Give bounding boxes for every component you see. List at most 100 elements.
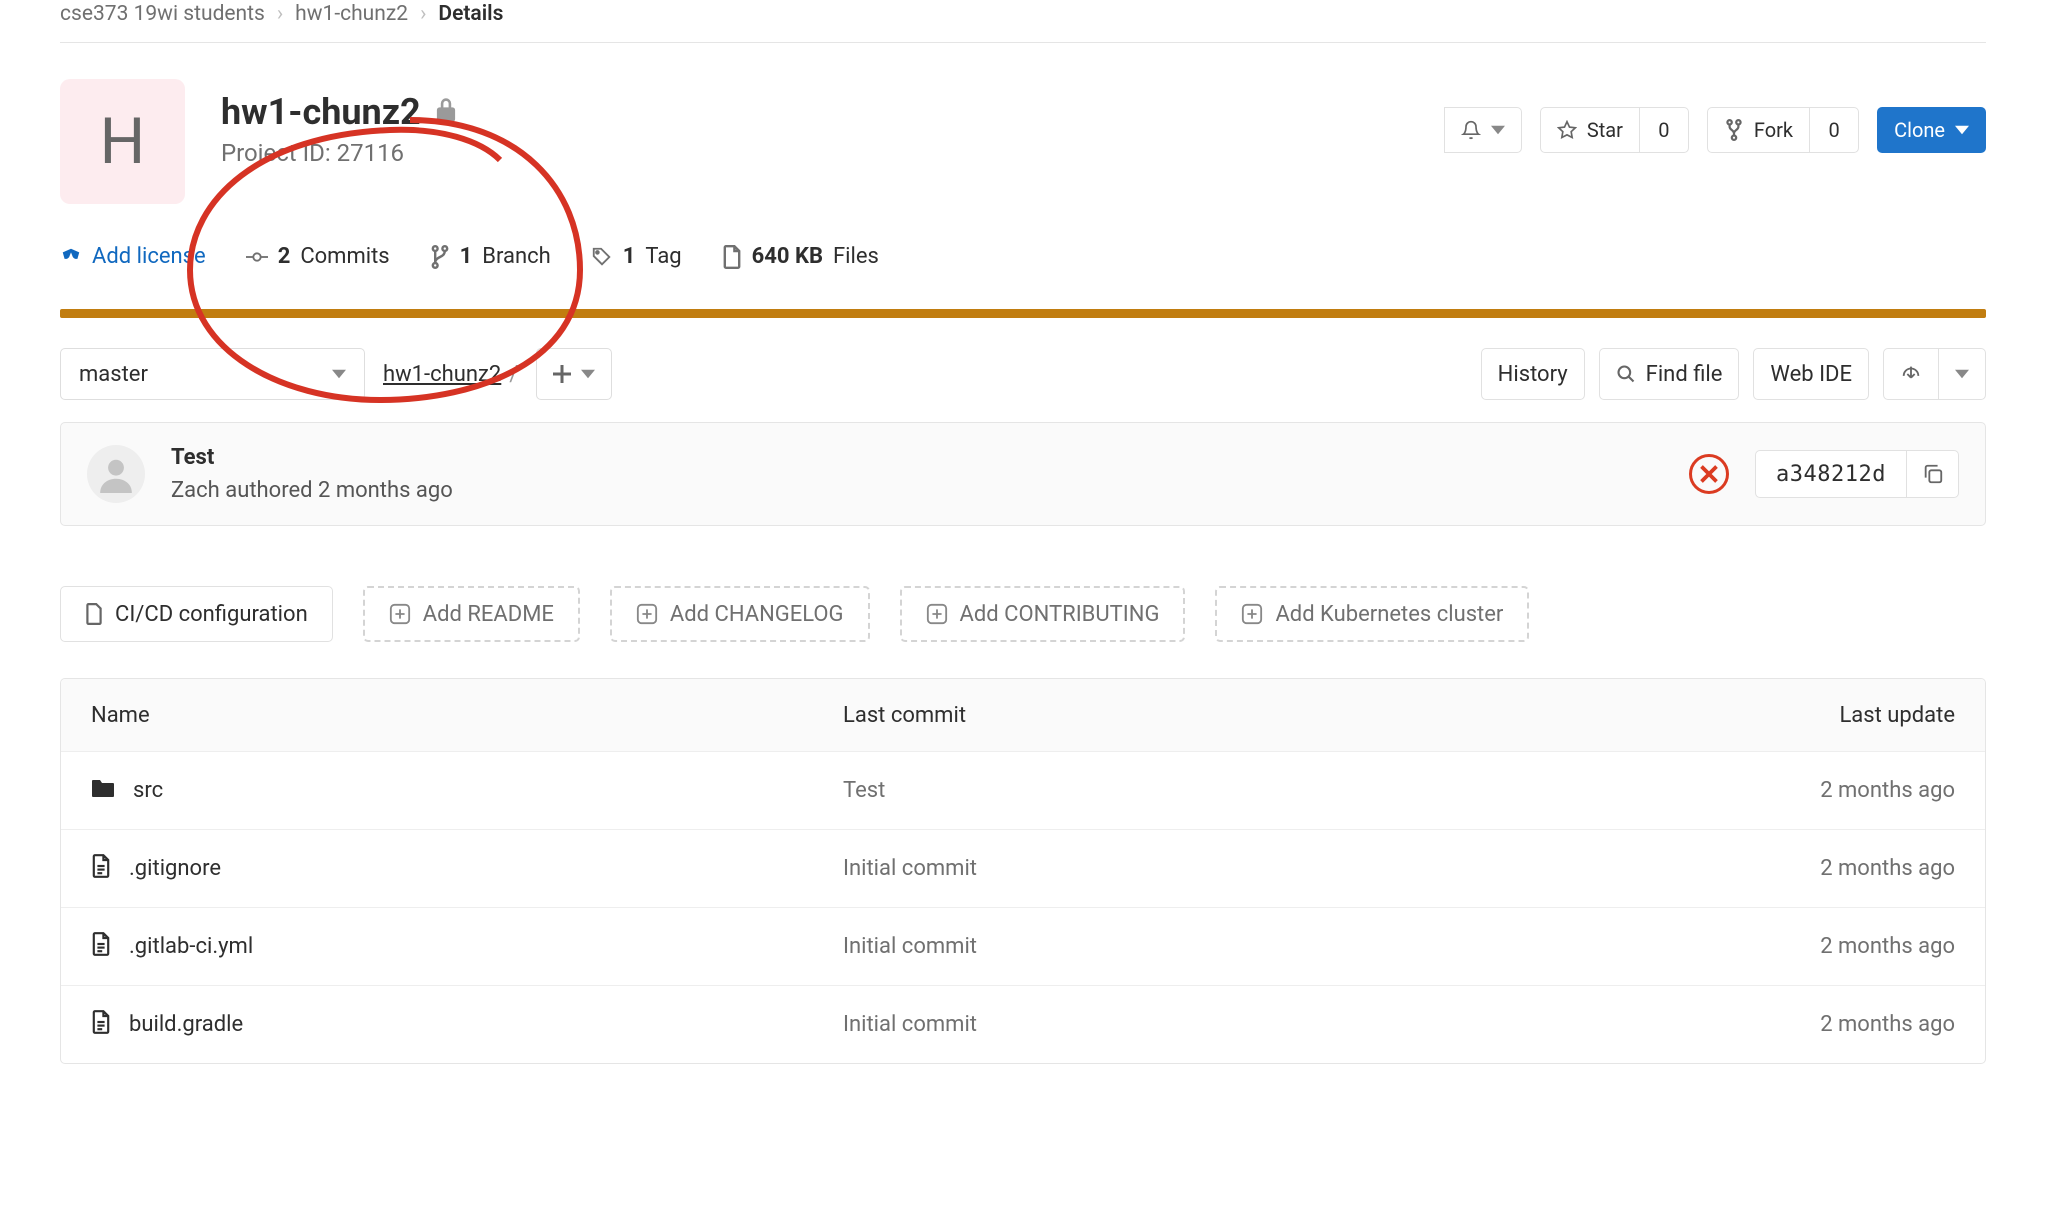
commits-link[interactable]: 2 Commits (246, 244, 390, 269)
add-readme-label: Add README (423, 602, 554, 627)
branch-name: master (79, 362, 148, 387)
copy-icon (1922, 463, 1944, 485)
files-icon (722, 245, 742, 269)
person-icon (97, 455, 135, 493)
branches-link[interactable]: 1 Branch (430, 244, 551, 269)
plus-circle-icon (1241, 603, 1263, 625)
branch-select[interactable]: master (60, 348, 365, 400)
commit-sha[interactable]: a348212d (1755, 450, 1907, 498)
chevron-down-icon (581, 367, 595, 381)
commit-time: 2 months ago (318, 478, 453, 503)
add-to-tree-button[interactable] (536, 348, 612, 400)
star-count[interactable]: 0 (1639, 107, 1689, 153)
table-row[interactable]: srcTest2 months ago (61, 751, 1985, 829)
file-name: src (133, 778, 163, 803)
file-last-update: 2 months ago (1595, 1012, 1955, 1037)
path-repo-link[interactable]: hw1-chunz2 (383, 362, 501, 387)
add-contributing-button[interactable]: Add CONTRIBUTING (900, 586, 1186, 642)
tag-count: 1 (623, 244, 636, 269)
clone-label: Clone (1894, 118, 1945, 142)
chevron-down-icon (1491, 123, 1505, 137)
file-table-header: Name Last commit Last update (61, 679, 1985, 751)
chevron-down-icon (332, 367, 346, 381)
col-update-header: Last update (1595, 703, 1955, 728)
fork-count[interactable]: 0 (1809, 107, 1859, 153)
breadcrumb-group[interactable]: cse373 19wi students (60, 2, 265, 26)
project-header: H hw1-chunz2 Project ID: 27116 (60, 79, 1986, 204)
tags-link[interactable]: 1 Tag (591, 244, 682, 269)
file-last-update: 2 months ago (1595, 856, 1955, 881)
breadcrumb: cse373 19wi students › hw1-chunz2 › Deta… (60, 0, 1986, 42)
download-icon (1900, 363, 1922, 385)
notifications-dropdown[interactable] (1444, 107, 1522, 153)
ci-status-failed[interactable] (1689, 454, 1729, 494)
breadcrumb-project[interactable]: hw1-chunz2 (295, 2, 408, 26)
add-changelog-button[interactable]: Add CHANGELOG (610, 586, 870, 642)
star-label: Star (1587, 118, 1623, 142)
tag-label: Tag (645, 244, 681, 269)
chevron-down-icon (1955, 123, 1969, 137)
fork-label: Fork (1754, 118, 1793, 142)
clone-button[interactable]: Clone (1877, 107, 1986, 153)
lock-icon (435, 97, 457, 127)
files-label: Files (833, 244, 879, 269)
file-last-commit[interactable]: Test (843, 778, 1595, 803)
add-changelog-label: Add CHANGELOG (670, 602, 844, 627)
plus-circle-icon (636, 603, 658, 625)
star-button[interactable]: Star (1540, 107, 1640, 153)
add-kubernetes-button[interactable]: Add Kubernetes cluster (1215, 586, 1529, 642)
col-name-header: Name (91, 703, 843, 728)
find-file-button[interactable]: Find file (1599, 348, 1740, 400)
cicd-config-button[interactable]: CI/CD configuration (60, 586, 333, 642)
breadcrumb-current: Details (438, 2, 503, 26)
file-name: .gitignore (129, 856, 221, 881)
helper-buttons: CI/CD configuration Add README Add CHANG… (60, 586, 1986, 642)
web-ide-button[interactable]: Web IDE (1753, 348, 1869, 400)
add-readme-button[interactable]: Add README (363, 586, 580, 642)
project-avatar: H (60, 79, 185, 204)
folder-icon (91, 778, 115, 804)
col-commit-header: Last commit (843, 703, 1595, 728)
file-icon (91, 932, 111, 962)
commit-icon (246, 246, 268, 268)
project-stats: Add license 2 Commits 1 Branch 1 Tag 640… (60, 244, 1986, 269)
scale-icon (60, 246, 82, 268)
search-icon (1616, 364, 1636, 384)
branch-icon (430, 245, 450, 269)
author-avatar[interactable] (87, 445, 145, 503)
files-link[interactable]: 640 KB Files (722, 244, 879, 269)
file-icon (91, 1010, 111, 1040)
commit-title[interactable]: Test (171, 445, 453, 470)
file-table: Name Last commit Last update src Test 2 mo… (60, 678, 1986, 1064)
table-row[interactable]: build.gradleInitial commit2 months ago (61, 985, 1985, 1063)
fork-button[interactable]: Fork (1707, 107, 1810, 153)
history-button[interactable]: History (1481, 348, 1585, 400)
file-last-update: 2 months ago (1595, 934, 1955, 959)
project-actions: Star 0 Fork 0 Clone (1444, 79, 1986, 153)
breadcrumb-sep: › (420, 2, 426, 26)
commits-label: Commits (300, 244, 389, 269)
project-id: Project ID: 27116 (221, 139, 457, 167)
add-license-link[interactable]: Add license (60, 244, 206, 269)
plus-circle-icon (389, 603, 411, 625)
last-commit-card: Test Zach authored 2 months ago a348212d (60, 422, 1986, 526)
add-kubernetes-label: Add Kubernetes cluster (1275, 602, 1503, 627)
download-button[interactable] (1883, 348, 1939, 400)
download-dropdown[interactable] (1938, 348, 1986, 400)
file-last-commit[interactable]: Initial commit (843, 934, 1595, 959)
files-size: 640 KB (752, 244, 823, 269)
commit-author[interactable]: Zach (171, 478, 220, 503)
find-file-label: Find file (1646, 362, 1723, 387)
commits-count: 2 (278, 244, 291, 269)
table-row[interactable]: .gitlab-ci.ymlInitial commit2 months ago (61, 907, 1985, 985)
branch-label: Branch (482, 244, 550, 269)
file-last-commit[interactable]: Initial commit (843, 1012, 1595, 1037)
repo-bar: master hw1-chunz2 / History Find file We… (60, 348, 1986, 400)
chevron-down-icon (1955, 367, 1969, 381)
bell-icon (1461, 120, 1481, 140)
file-last-commit[interactable]: Initial commit (843, 856, 1595, 881)
table-row[interactable]: .gitignore Initial commit2 months ago (61, 829, 1985, 907)
project-title: hw1-chunz2 (221, 91, 421, 133)
copy-sha-button[interactable] (1907, 450, 1959, 498)
language-bar (60, 309, 1986, 318)
